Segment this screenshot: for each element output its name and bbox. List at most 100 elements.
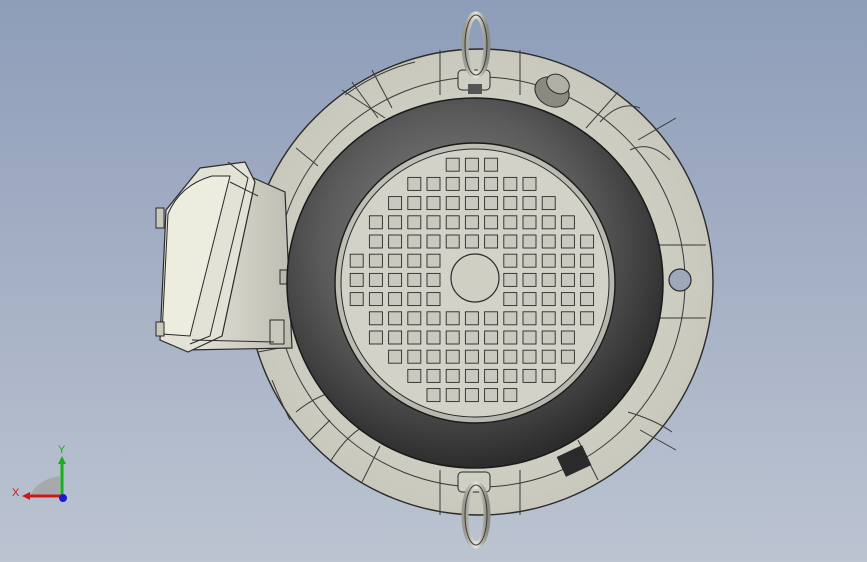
grille-opening <box>407 215 422 230</box>
triad-plane-shading <box>30 476 60 496</box>
grille-opening <box>388 234 403 249</box>
grille-opening <box>484 196 499 211</box>
grille-opening <box>541 215 556 230</box>
grille-opening <box>464 388 479 403</box>
terminal-box <box>155 161 293 353</box>
grille-opening <box>580 272 595 287</box>
grille-opening <box>407 292 422 307</box>
grille-opening <box>522 176 537 191</box>
grille-opening <box>388 311 403 326</box>
grille-opening <box>541 272 556 287</box>
grille-opening <box>522 368 537 383</box>
grille-opening <box>388 272 403 287</box>
grille-opening <box>541 292 556 307</box>
grille-opening <box>407 176 422 191</box>
grille-opening <box>541 196 556 211</box>
grille-opening <box>445 368 460 383</box>
grille-opening <box>560 349 575 364</box>
grille-opening <box>464 157 479 172</box>
grille-opening <box>407 349 422 364</box>
grille-opening <box>503 349 518 364</box>
y-axis-label: Y <box>58 444 66 456</box>
grille-opening <box>445 157 460 172</box>
grille-opening <box>445 234 460 249</box>
grille-opening <box>522 292 537 307</box>
grille-opening <box>368 234 383 249</box>
grille-opening <box>349 292 364 307</box>
grille-opening <box>560 292 575 307</box>
grille-opening <box>388 253 403 268</box>
grille-opening <box>407 234 422 249</box>
grille-opening <box>580 311 595 326</box>
grille-opening <box>503 311 518 326</box>
x-axis-label: X <box>12 487 20 499</box>
grille-opening <box>580 253 595 268</box>
grille-opening <box>522 196 537 211</box>
grille-opening <box>541 311 556 326</box>
motor-model[interactable] <box>0 0 867 562</box>
grille-opening <box>522 330 537 345</box>
grille-opening <box>560 215 575 230</box>
grille-opening <box>503 330 518 345</box>
grille-opening <box>388 349 403 364</box>
grille-opening <box>560 234 575 249</box>
grille-opening <box>426 234 441 249</box>
y-axis-arrow <box>58 456 66 464</box>
grille-opening <box>522 215 537 230</box>
grille-opening <box>388 196 403 211</box>
grille-opening <box>368 215 383 230</box>
grille-opening <box>426 272 441 287</box>
x-axis-arrow <box>22 492 30 500</box>
z-axis-dot <box>59 494 67 502</box>
grille-opening <box>522 253 537 268</box>
grille-opening <box>503 234 518 249</box>
grille-opening <box>445 388 460 403</box>
grille-opening <box>445 196 460 211</box>
grille-opening <box>445 330 460 345</box>
grille-opening <box>407 368 422 383</box>
grille-opening <box>388 330 403 345</box>
grille-opening <box>484 215 499 230</box>
grille-opening <box>503 253 518 268</box>
grille-opening <box>522 272 537 287</box>
grille-opening <box>426 311 441 326</box>
grille-opening <box>388 215 403 230</box>
grille-opening <box>560 272 575 287</box>
grille-opening <box>560 330 575 345</box>
graphics-viewport[interactable]: X Y <box>0 0 867 562</box>
grille-opening <box>484 311 499 326</box>
grille-opening <box>426 196 441 211</box>
grille-opening <box>464 330 479 345</box>
grille-opening <box>445 311 460 326</box>
grille-opening <box>503 196 518 211</box>
grille-opening <box>426 388 441 403</box>
grille-opening <box>541 253 556 268</box>
grille-opening <box>464 311 479 326</box>
grille-opening <box>464 368 479 383</box>
grille-opening <box>349 272 364 287</box>
grille-opening <box>426 349 441 364</box>
grille-opening <box>407 311 422 326</box>
grille-opening <box>426 253 441 268</box>
fan-cover <box>334 142 616 424</box>
grille-opening <box>484 330 499 345</box>
grille-opening <box>368 253 383 268</box>
grille-opening <box>445 215 460 230</box>
grille-opening <box>580 292 595 307</box>
grille-opening <box>407 272 422 287</box>
grille-opening <box>368 272 383 287</box>
grille-opening <box>503 388 518 403</box>
grille-opening <box>522 311 537 326</box>
grille-opening <box>541 368 556 383</box>
grille-opening <box>464 215 479 230</box>
grille-opening <box>484 349 499 364</box>
grille-opening <box>541 234 556 249</box>
grille-opening <box>426 176 441 191</box>
grille-opening <box>484 234 499 249</box>
grille-opening <box>349 253 364 268</box>
grille-opening <box>426 292 441 307</box>
grille-opening <box>560 253 575 268</box>
grille-opening <box>580 234 595 249</box>
grille-opening <box>522 234 537 249</box>
grille-opening <box>503 215 518 230</box>
